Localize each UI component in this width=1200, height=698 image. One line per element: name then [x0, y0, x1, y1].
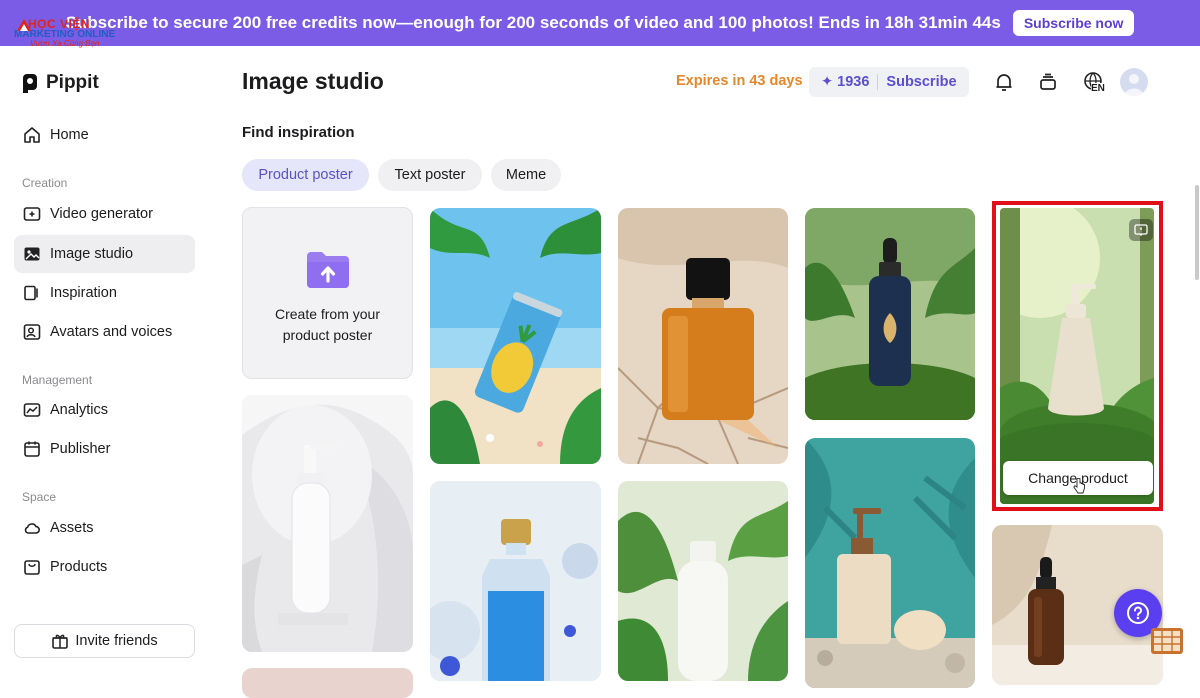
inspiration-card-partial[interactable]: [242, 668, 413, 698]
inspiration-card-white-bottle-greenery[interactable]: [618, 481, 788, 681]
film-reel-icon: [1151, 628, 1183, 654]
expires-notice: Expires in 43 days: [676, 73, 803, 89]
calendar-icon: [22, 439, 42, 459]
sidebar-item-label: Home: [50, 127, 89, 143]
section-label-creation: Creation: [22, 176, 68, 190]
analytics-icon: [22, 400, 42, 420]
user-avatar[interactable]: [1120, 68, 1148, 96]
section-label-space: Space: [22, 490, 57, 504]
sparkle-icon: ✦: [821, 74, 834, 90]
sidebar-item-avatars-and-voices[interactable]: Avatars and voices: [14, 313, 195, 351]
sidebar-item-publisher[interactable]: Publisher: [14, 430, 195, 468]
hand-cursor-icon: [1073, 478, 1085, 494]
credits-badge[interactable]: ✦ 1936 Subscribe: [809, 67, 969, 97]
dropper-moss-image: [805, 208, 975, 420]
inspiration-card-pump-and-soap[interactable]: [805, 438, 975, 688]
image-studio-icon: [22, 244, 42, 264]
sidebar-item-label: Image studio: [50, 246, 134, 262]
sidebar-item-label: Products: [50, 559, 108, 575]
layers-icon[interactable]: [1035, 69, 1061, 95]
inspiration-icon: [22, 283, 42, 303]
watermark-logo: HỌC VIỆN MARKETING ONLINE Vươn Xa Cùng B…: [14, 18, 134, 48]
notification-bell-icon[interactable]: [991, 69, 1017, 95]
sidebar-item-label: Avatars and voices: [50, 324, 173, 340]
promo-message: Subscribe to secure 200 free credits now…: [65, 13, 1001, 32]
sidebar-item-home[interactable]: Home: [14, 116, 195, 154]
pippit-logo-icon: [23, 74, 37, 93]
language-code: EN: [1091, 83, 1105, 94]
chip-meme[interactable]: Meme: [491, 159, 561, 191]
sidebar-item-inspiration[interactable]: Inspiration: [14, 274, 195, 312]
sidebar-item-label: Inspiration: [50, 285, 117, 301]
language-globe-icon[interactable]: EN: [1078, 69, 1110, 95]
promo-banner: Subscribe to secure 200 free credits now…: [0, 0, 1200, 46]
sidebar: Pippit Home Creation Video generator Ima…: [0, 46, 210, 675]
invite-friends-label: Invite friends: [75, 633, 158, 649]
page-title: Image studio: [242, 68, 384, 94]
inspiration-card-pineapple-can[interactable]: [430, 208, 601, 464]
credits-count: 1936: [837, 74, 870, 90]
report-icon[interactable]: [1129, 219, 1153, 241]
sidebar-item-products[interactable]: Products: [14, 548, 195, 586]
sidebar-item-label: Publisher: [50, 441, 111, 457]
cloud-icon: [22, 518, 42, 538]
brand[interactable]: Pippit: [22, 72, 99, 94]
pump-and-soap-image: [805, 438, 975, 688]
avatar-icon: [22, 322, 42, 342]
help-question-icon: [1127, 602, 1149, 624]
main-scrollbar[interactable]: [1195, 185, 1199, 280]
video-add-icon: [22, 204, 42, 224]
watermark-mark-icon: [17, 19, 31, 31]
sidebar-item-analytics[interactable]: Analytics: [14, 391, 195, 429]
sidebar-item-image-studio[interactable]: Image studio: [14, 235, 195, 273]
create-card-text: Create from your product poster: [274, 306, 381, 343]
find-inspiration-heading: Find inspiration: [242, 124, 355, 141]
subscribe-link[interactable]: Subscribe: [886, 74, 956, 90]
product-icon: [22, 557, 42, 577]
inspiration-card-white-pump-bottle[interactable]: [242, 395, 413, 652]
create-from-poster-card[interactable]: Create from your product poster: [242, 207, 413, 379]
pineapple-can-image: [430, 208, 601, 464]
credits-divider: [877, 74, 879, 90]
gift-icon: [51, 632, 69, 650]
white-pump-bottle-image: [242, 395, 413, 652]
subscribe-now-button[interactable]: Subscribe now: [1012, 10, 1135, 36]
section-label-management: Management: [22, 373, 93, 387]
amber-perfume-image: [618, 208, 788, 464]
chip-text-poster[interactable]: Text poster: [378, 159, 482, 191]
chip-product-poster[interactable]: Product poster: [242, 159, 369, 191]
upload-folder-icon: [306, 252, 349, 288]
sidebar-item-video-generator[interactable]: Video generator: [14, 195, 195, 233]
sidebar-item-assets[interactable]: Assets: [14, 509, 195, 547]
brand-name: Pippit: [46, 72, 99, 93]
sidebar-item-label: Assets: [50, 520, 94, 536]
sidebar-item-label: Analytics: [50, 402, 109, 418]
invite-friends-button[interactable]: Invite friends: [14, 624, 195, 658]
inspiration-card-blue-perfume[interactable]: [430, 481, 601, 681]
partial-card-image: [242, 668, 413, 698]
sidebar-item-label: Video generator: [50, 206, 153, 222]
white-bottle-greenery-image: [618, 481, 788, 681]
inspiration-card-amber-perfume[interactable]: [618, 208, 788, 464]
inspiration-card-dropper-moss[interactable]: [805, 208, 975, 420]
home-icon: [22, 125, 42, 145]
blue-perfume-image: [430, 481, 601, 681]
